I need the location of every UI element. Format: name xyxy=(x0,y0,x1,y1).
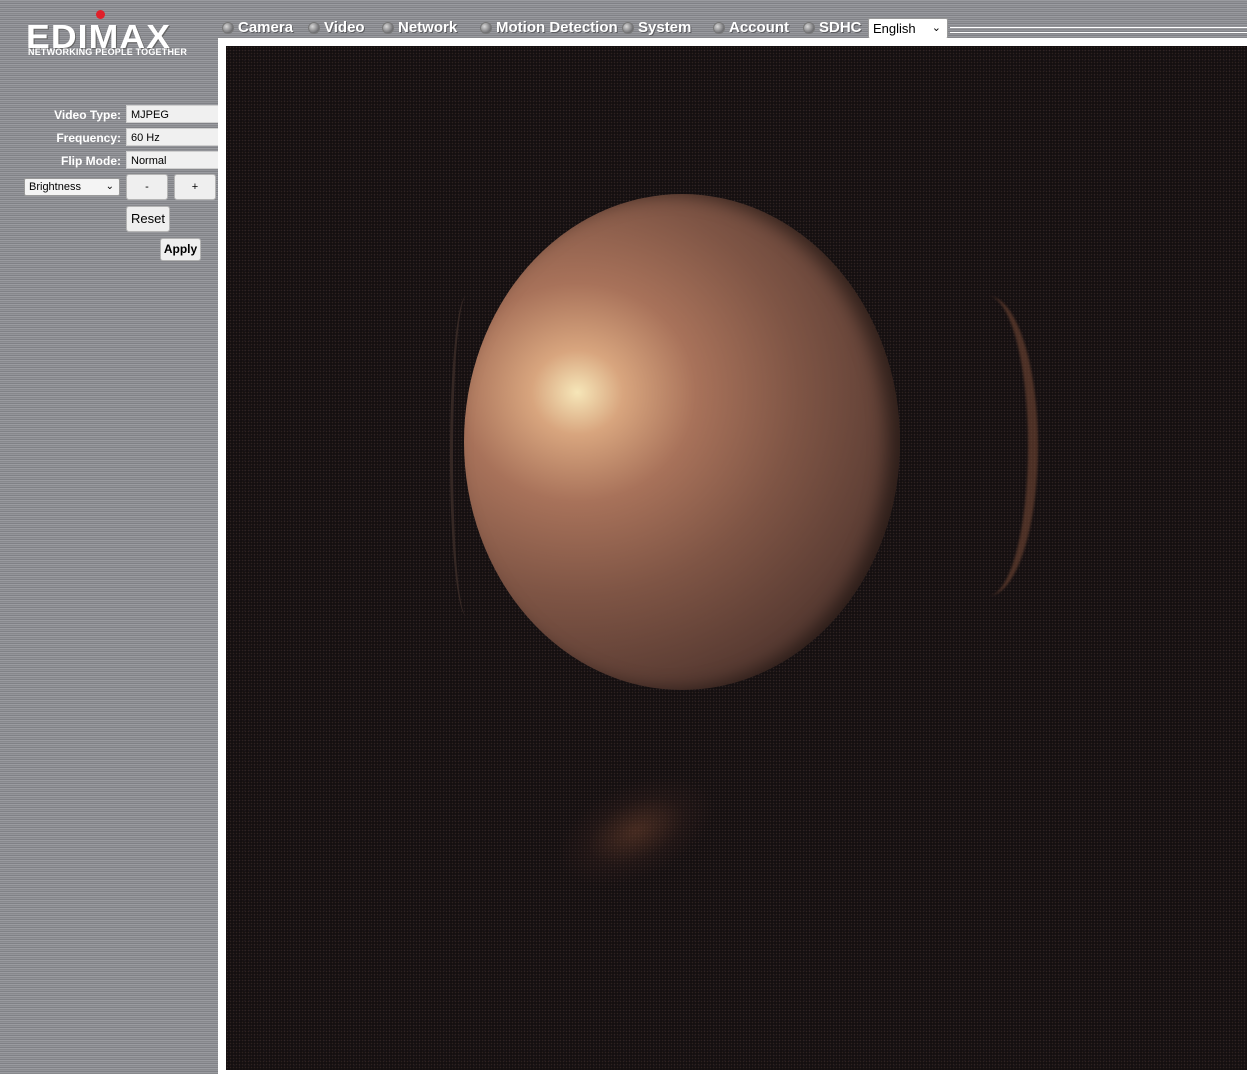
decrease-button[interactable]: - xyxy=(126,174,168,200)
nav-bullet-icon xyxy=(480,22,492,34)
apply-button[interactable]: Apply xyxy=(160,238,201,261)
nav-bullet-icon xyxy=(382,22,394,34)
sidebar: EDIMAX NETWORKING PEOPLE TOGETHER Video … xyxy=(0,0,218,1074)
reset-button[interactable]: Reset xyxy=(126,206,170,232)
nav-item-label: Account xyxy=(729,19,789,36)
chevron-down-icon: ⌄ xyxy=(105,181,114,192)
nav-bullet-icon xyxy=(622,22,634,34)
nav-bullet-icon xyxy=(713,22,725,34)
adjust-select-value: Brightness xyxy=(29,181,81,193)
nav-bullet-icon xyxy=(222,22,234,34)
video-type-row: Video Type: MJPEG xyxy=(0,105,218,125)
video-type-value: MJPEG xyxy=(126,105,218,123)
flip-mode-row: Flip Mode: Normal xyxy=(0,151,218,171)
nav-item-label: Video xyxy=(324,19,365,36)
frequency-row: Frequency: 60 Hz xyxy=(0,128,218,148)
nav-item-label: Camera xyxy=(238,19,294,36)
nav-bullet-icon xyxy=(308,22,320,34)
increase-button[interactable]: + xyxy=(174,174,216,200)
flip-mode-label: Flip Mode: xyxy=(61,154,121,168)
chevron-down-icon: ⌄ xyxy=(931,22,941,34)
frequency-value: 60 Hz xyxy=(126,128,218,146)
language-select-value: English xyxy=(873,21,916,36)
logo-tagline: NETWORKING PEOPLE TOGETHER xyxy=(28,47,188,57)
adjust-select[interactable]: Brightness ⌄ xyxy=(24,178,120,196)
language-select[interactable]: English ⌄ xyxy=(868,18,948,39)
flip-mode-value: Normal xyxy=(126,151,218,169)
frequency-label: Frequency: xyxy=(56,131,121,145)
nav-item-label: SDHC xyxy=(819,19,862,36)
video-type-label: Video Type: xyxy=(54,108,121,122)
edimax-logo: EDIMAX NETWORKING PEOPLE TOGETHER xyxy=(26,10,206,60)
video-side-reflection xyxy=(938,296,1038,596)
nav-item-label: Motion Detection xyxy=(496,19,618,36)
live-video-feed xyxy=(226,46,1247,1070)
nav-bullet-icon xyxy=(803,22,815,34)
nav-divider-line xyxy=(950,27,1247,33)
video-lamp-glow xyxy=(464,194,900,690)
nav-item-label: Network xyxy=(398,19,458,36)
nav-item-label: System xyxy=(638,19,692,36)
